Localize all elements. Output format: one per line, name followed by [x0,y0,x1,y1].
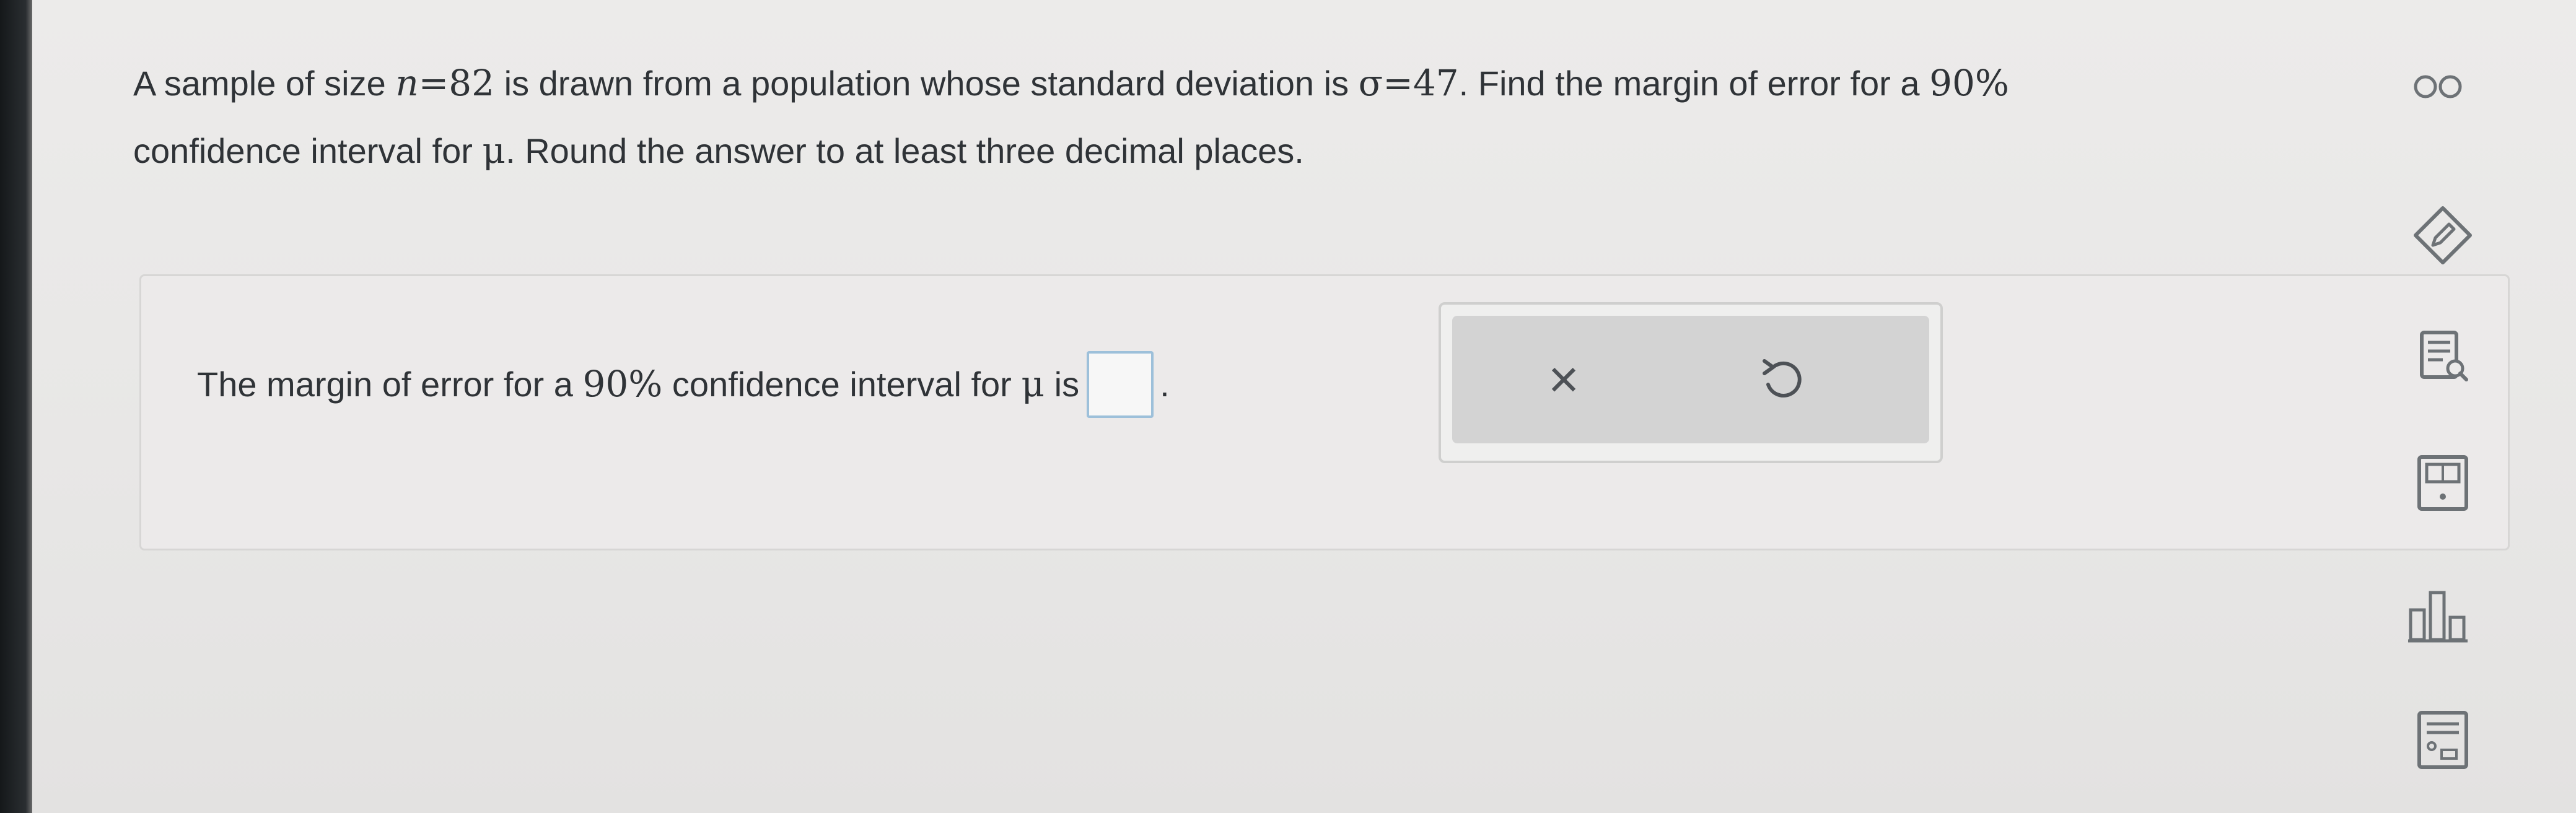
answer-middle: confidence interval for [662,364,1022,404]
question-part3: . Find the margin of error for a [1458,64,1930,103]
answer-period: . [1160,364,1170,404]
pencil-icon [2414,206,2472,264]
undo-button[interactable] [1746,342,1820,417]
calculator-icon [2417,455,2468,511]
question-part2: is drawn from a population whose standar… [494,64,1359,103]
statistics-button[interactable] [2404,582,2472,650]
calculator-button[interactable] [2409,449,2477,517]
sigma-expression: σ=47 [1358,62,1459,104]
bar-chart-icon [2408,591,2468,643]
answer-panel: The margin of error for a 90% confidence… [139,274,2510,550]
edit-button[interactable] [2409,201,2477,269]
n-variable: n [395,62,419,104]
data-table-button[interactable] [2409,706,2477,774]
question-text: A sample of size n=82 is drawn from a po… [133,50,2438,185]
question-part5: . Round the answer to at least three dec… [506,131,1304,170]
data-table-icon [2417,711,2468,769]
question-part1: A sample of size [133,64,396,103]
infinity-button[interactable] [2404,53,2472,121]
mu-symbol: μ [482,129,506,172]
clear-button[interactable]: × [1527,342,1601,417]
undo-icon [1763,359,1802,398]
answer-prefix: The margin of error for a [197,364,583,404]
n-value: =82 [418,62,495,104]
monitor-bezel [0,0,32,813]
notes-icon [2420,331,2468,381]
confidence-level: 90% [1929,62,2009,104]
answer-sentence: The margin of error for a 90% confidence… [197,351,1170,420]
infinity-icon [2414,75,2462,98]
screen: A sample of size n=82 is drawn from a po… [0,0,2576,813]
notes-button[interactable] [2409,322,2477,390]
answer-suffix: is [1045,364,1080,404]
close-icon: × [1548,349,1580,409]
answer-confidence-level: 90% [582,362,663,405]
answer-tools-panel: × [1439,302,1943,463]
answer-tools-bar: × [1452,316,1929,443]
answer-input[interactable] [1087,351,1154,418]
answer-mu-symbol: μ [1021,362,1045,405]
question-part4: confidence interval for [133,131,483,170]
n-expression: n=82 [395,62,494,104]
question-line2: confidence interval for μ. Round the ans… [133,117,2438,185]
